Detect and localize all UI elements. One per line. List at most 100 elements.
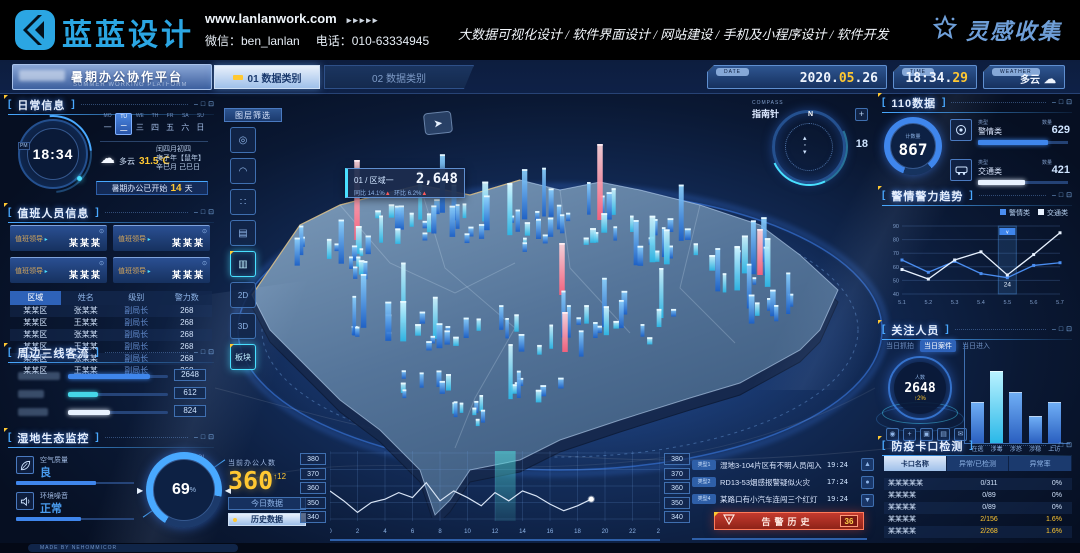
layer-button-barchart[interactable]: ▥ [230, 251, 256, 277]
duty-leader-card[interactable]: 值班领导 ▸⊙某某某 [10, 257, 107, 283]
checkpoint-col-header[interactable]: 卡口名称 [884, 456, 947, 471]
checkpoint-row[interactable]: 某某某某2/1561.6% [884, 514, 1072, 526]
panel-window-buttons[interactable]: –□⊡ [194, 434, 214, 441]
weekday-th[interactable]: TH四 [147, 113, 162, 135]
minimize-icon[interactable]: – [1052, 99, 1056, 106]
duty-table-row[interactable]: 某某区王某某副局长268 [10, 317, 212, 329]
checkpoint-col-header[interactable]: 异常/已检测 [947, 456, 1010, 471]
minimize-icon[interactable]: – [194, 101, 198, 108]
history-data-button[interactable]: 历史数据 [228, 513, 306, 526]
svg-text:4: 4 [383, 529, 387, 535]
minimize-icon[interactable]: – [194, 209, 198, 216]
layer-button-2d[interactable]: 2D [230, 282, 256, 308]
svg-text:5.2: 5.2 [925, 300, 933, 306]
expand-icon[interactable]: ⊡ [208, 434, 214, 441]
svg-text:22: 22 [629, 529, 636, 535]
panel-window-buttons[interactable]: –□⊡ [1052, 99, 1072, 106]
panel-window-buttons[interactable]: –□⊡ [194, 101, 214, 108]
panel-title: 110数据 [891, 95, 936, 111]
scroll-current-button[interactable]: ● [861, 476, 874, 489]
minimize-icon[interactable]: – [1052, 192, 1056, 199]
expand-icon[interactable]: ⊡ [208, 349, 214, 356]
duty-col-header[interactable]: 姓名 [61, 291, 112, 305]
checkpoint-col-header[interactable]: 异常率 [1009, 456, 1072, 471]
checkpoint-row[interactable]: 某某某某0/890% [884, 490, 1072, 502]
legend-item[interactable]: 警情类 [1000, 208, 1030, 218]
layer-button-grid[interactable]: ∷ [230, 189, 256, 215]
duty-leader-card[interactable]: 值班领导 ▸⊙某某某 [113, 225, 210, 251]
alert-row[interactable]: 类型2RD13-53烟感报警疑似火灾17:24 [692, 475, 848, 489]
noise-value: 正常 [40, 500, 62, 516]
expand-icon[interactable]: ⊡ [1066, 192, 1072, 199]
expand-icon[interactable]: ⊡ [208, 209, 214, 216]
legend-item[interactable]: 交通类 [1038, 208, 1068, 218]
gauge-left-arrow[interactable]: ▶ [137, 486, 143, 495]
focus-tab[interactable]: 当日案件 [920, 340, 956, 352]
checkpoint-row[interactable]: 某某某某某0/3110% [884, 478, 1072, 490]
expand-icon[interactable]: ⊡ [1066, 99, 1072, 106]
weekday-sa[interactable]: SA六 [178, 113, 193, 135]
alert-divider [692, 538, 867, 540]
maximize-icon[interactable]: □ [201, 101, 205, 108]
layer-button-building[interactable]: ▤ [230, 220, 256, 246]
layer-button-3d[interactable]: 3D [230, 313, 256, 339]
expand-icon[interactable]: ⊡ [1066, 326, 1072, 333]
office-count-value: 360 [228, 466, 273, 495]
chart-scrollbar[interactable] [330, 539, 660, 541]
focus-tab[interactable]: 当日抓拍 [886, 341, 914, 351]
zoom-plus-button[interactable]: + [855, 108, 868, 121]
checkpoint-row[interactable]: 某某某某2/2681.6% [884, 526, 1072, 538]
weekday-su[interactable]: SU日 [193, 113, 208, 135]
minimize-icon[interactable]: – [194, 349, 198, 356]
duty-col-header[interactable]: 区域 [10, 291, 61, 305]
maximize-icon[interactable]: □ [201, 209, 205, 216]
alert-row[interactable]: 类型4某路口有小汽车连闯三个红灯19:24 [692, 492, 848, 506]
maximize-icon[interactable]: □ [1059, 442, 1063, 449]
arrows-icon: ▸▸▸▸▸ [347, 15, 380, 25]
today-data-button[interactable]: 今日数据 [228, 497, 306, 510]
layer-button-camera[interactable]: ◎ [230, 127, 256, 153]
panel-window-buttons[interactable]: –□⊡ [194, 349, 214, 356]
expand-icon[interactable]: ⊡ [208, 101, 214, 108]
duty-col-header[interactable]: 级别 [111, 291, 162, 305]
layer-button-signal[interactable]: ◠ [230, 158, 256, 184]
duty-leader-card[interactable]: 值班领导 ▸⊙某某某 [10, 225, 107, 251]
duty-table-row[interactable]: 某某区张某某副局长268 [10, 305, 212, 317]
weekday-row[interactable]: MO一TU二WE三TH四FR五SA六SU日 [100, 113, 208, 135]
tab-data-category-1[interactable]: 01 数据类别 [214, 65, 320, 89]
weekday-tu[interactable]: TU二 [115, 113, 132, 135]
expand-icon[interactable]: ⊡ [1066, 442, 1072, 449]
paper-plane-icon: ➤ [423, 111, 453, 136]
maximize-icon[interactable]: □ [1059, 326, 1063, 333]
maximize-icon[interactable]: □ [201, 434, 205, 441]
svg-text:18: 18 [574, 529, 581, 535]
lanlan-logo-icon [14, 9, 56, 51]
banner-website[interactable]: www.lanlanwork.com [205, 11, 337, 26]
minimize-icon[interactable]: – [1052, 442, 1056, 449]
minimize-icon[interactable]: – [194, 434, 198, 441]
maximize-icon[interactable]: □ [201, 349, 205, 356]
panel-window-buttons[interactable]: –□⊡ [194, 209, 214, 216]
duty-table-row[interactable]: 某某区张某某副局长268 [10, 329, 212, 341]
panel-window-buttons[interactable]: –□⊡ [1052, 442, 1072, 449]
panel-window-buttons[interactable]: –□⊡ [1052, 192, 1072, 199]
weekday-fr[interactable]: FR五 [163, 113, 178, 135]
tooltip-title: 01 / 区域一 [354, 175, 394, 186]
scroll-down-button[interactable]: ▼ [861, 494, 874, 507]
alert-history-button[interactable]: 告警历史 36 [714, 512, 864, 530]
layer-button-blocks[interactable]: 板块 [230, 344, 256, 370]
panel-window-buttons[interactable]: –□⊡ [1052, 326, 1072, 333]
duty-leader-card[interactable]: 值班领导 ▸⊙某某某 [113, 257, 210, 283]
compass-ring[interactable]: N ▴◦▾ [772, 110, 846, 184]
checkpoint-row[interactable]: 某某某某0/890% [884, 502, 1072, 514]
duty-col-header[interactable]: 警力数 [162, 291, 213, 305]
scroll-up-button[interactable]: ▲ [861, 458, 874, 471]
weekday-we[interactable]: WE三 [132, 113, 147, 135]
maximize-icon[interactable]: □ [1059, 192, 1063, 199]
minimize-icon[interactable]: – [1052, 326, 1056, 333]
inspiration-collect[interactable]: 灵感收集 [932, 14, 1062, 46]
tab-data-category-2[interactable]: 02 数据类别 [324, 65, 474, 89]
weekday-mo[interactable]: MO一 [100, 113, 115, 135]
maximize-icon[interactable]: □ [1059, 99, 1063, 106]
alert-row[interactable]: 类型1湿地3-104片区有不明人员闯入19:24 [692, 458, 848, 472]
